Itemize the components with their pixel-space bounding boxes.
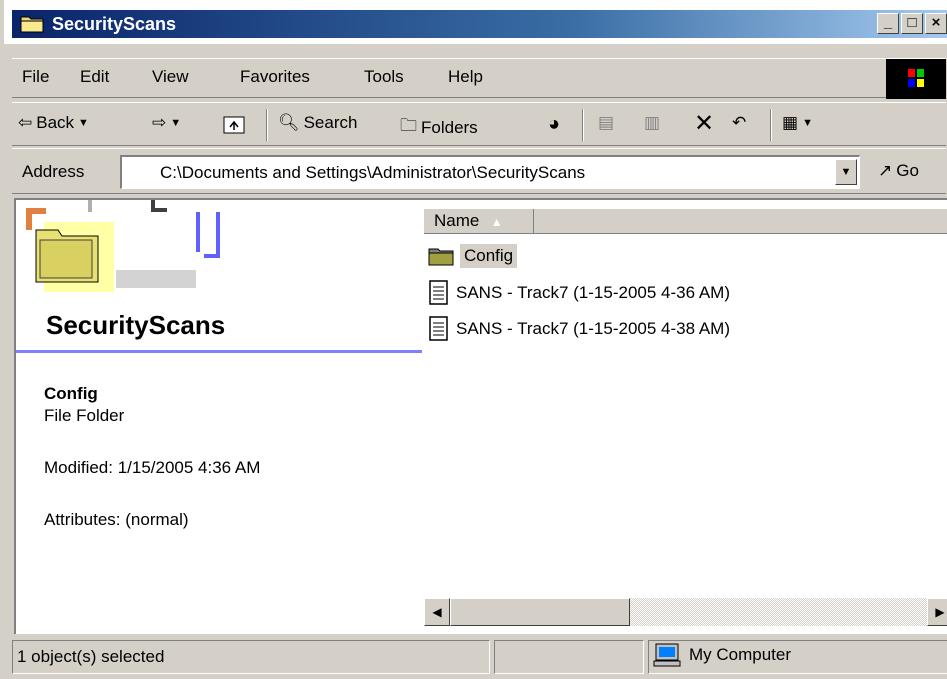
list-item-label: Config [460,244,518,268]
my-computer-icon [653,643,681,667]
list-item-label: SANS - Track7 (1-15-2005 4-36 AM) [456,283,731,302]
menu-file[interactable]: File [22,67,49,87]
toolbar-separator [266,109,268,141]
scroll-left-button[interactable]: ◀ [424,598,450,626]
folder-banner-graphic [26,200,220,292]
modified-date: Modified: 1/15/2005 4:36 AM [44,458,261,477]
forward-button[interactable]: ⇨ ▼ [152,113,181,133]
menu-edit[interactable]: Edit [80,67,109,87]
dropdown-arrow-icon: ▼ [78,117,89,129]
attributes: Attributes: (normal) [44,510,189,529]
address-dropdown-button[interactable]: ▼ [835,159,857,185]
dropdown-arrow-icon: ▼ [802,117,813,129]
menu-view[interactable]: View [152,67,189,87]
close-button[interactable]: × [925,13,947,34]
status-bar: 1 object(s) selected My Computer [12,638,947,676]
explorer-window: SecurityScans _ □ × File Edit View Favor… [0,0,947,679]
toolbar-separator [582,109,584,141]
content-area: SecurityScans Config File Folder Modifie… [14,198,947,634]
list-item[interactable]: SANS - Track7 (1-15-2005 4-36 AM) [428,280,730,306]
folders-button[interactable]: 🗀 Folders [400,113,478,142]
text-file-icon [429,316,448,341]
search-icon: 🔍︎ [278,113,300,132]
status-panel-empty [494,640,644,674]
delete-x-icon: ✕ [694,110,715,137]
sort-ascending-icon: ▲ [484,215,503,229]
list-item[interactable]: Config [428,244,518,268]
windows-logo-icon [886,59,946,99]
forward-arrow-icon: ⇨ [152,113,167,132]
up-folder-button[interactable] [222,113,246,135]
scroll-right-button[interactable]: ▶ [927,598,947,626]
back-arrow-icon: ⇦ [18,113,33,132]
undo-button[interactable]: ↶ [732,113,746,133]
scroll-thumb[interactable] [450,598,630,626]
search-button[interactable]: 🔍︎ Search [278,113,357,133]
list-item[interactable]: SANS - Track7 (1-15-2005 4-38 AM) [428,316,730,342]
back-button[interactable]: ⇦ Back ▼ [18,113,89,133]
title-bar[interactable]: SecurityScans _ □ × [12,10,947,38]
address-value: C:\Documents and Settings\Administrator\… [160,163,586,182]
folders-tree-icon: 🗀 [400,116,417,135]
menu-tools[interactable]: Tools [364,67,404,87]
address-bar: Address C:\Documents and Settings\Admini… [12,148,946,194]
dropdown-arrow-icon: ▼ [170,117,182,129]
horizontal-scrollbar[interactable]: ◀ ▶ [424,598,947,626]
text-file-icon [429,280,448,305]
menu-favorites[interactable]: Favorites [240,67,310,87]
folder-icon [20,16,44,33]
up-folder-icon [223,116,245,134]
list-item-label: SANS - Track7 (1-15-2005 4-38 AM) [456,319,731,338]
heading-divider [16,350,422,353]
menu-bar: File Edit View Favorites Tools Help [12,58,946,99]
go-arrow-icon: ↗ [878,161,893,180]
maximize-button[interactable]: □ [901,13,923,34]
menu-help[interactable]: Help [448,67,483,87]
toolbar-separator [770,109,772,141]
list-header: Name ▲ [424,208,947,234]
address-input[interactable]: C:\Documents and Settings\Administrator\… [120,155,860,189]
history-icon: ◕ [548,113,561,135]
window-title: SecurityScans [52,14,177,34]
views-icon: ▦ [782,113,799,132]
standard-toolbar: ⇦ Back ▼ ⇨ ▼ 🔍︎ Search 🗀 Folders ◕ ▤ ▥ ✕… [12,102,946,146]
selected-item-name: Config [44,384,98,403]
copy-to-button[interactable]: ▥ [644,113,660,133]
status-selection: 1 object(s) selected [12,640,490,674]
status-zone: My Computer [648,640,947,674]
column-header-name[interactable]: Name ▲ [424,209,534,233]
selected-item-type: File Folder [44,406,125,425]
copy-to-icon: ▥ [644,113,661,132]
move-to-icon: ▤ [598,113,615,132]
move-to-button[interactable]: ▤ [598,113,614,133]
views-button[interactable]: ▦ ▼ [782,113,813,133]
history-button[interactable]: ◕ [548,113,560,136]
title-bar-area: SecurityScans _ □ × [4,0,947,44]
go-button[interactable]: ↗ Go [878,161,919,181]
web-view-pane: SecurityScans Config File Folder Modifie… [16,200,422,634]
address-label: Address [22,162,85,181]
minimize-button[interactable]: _ [877,13,899,34]
folder-icon [428,248,454,266]
folder-heading: SecurityScans [46,310,226,340]
delete-button[interactable]: ✕ [694,109,714,138]
undo-icon: ↶ [732,113,747,132]
